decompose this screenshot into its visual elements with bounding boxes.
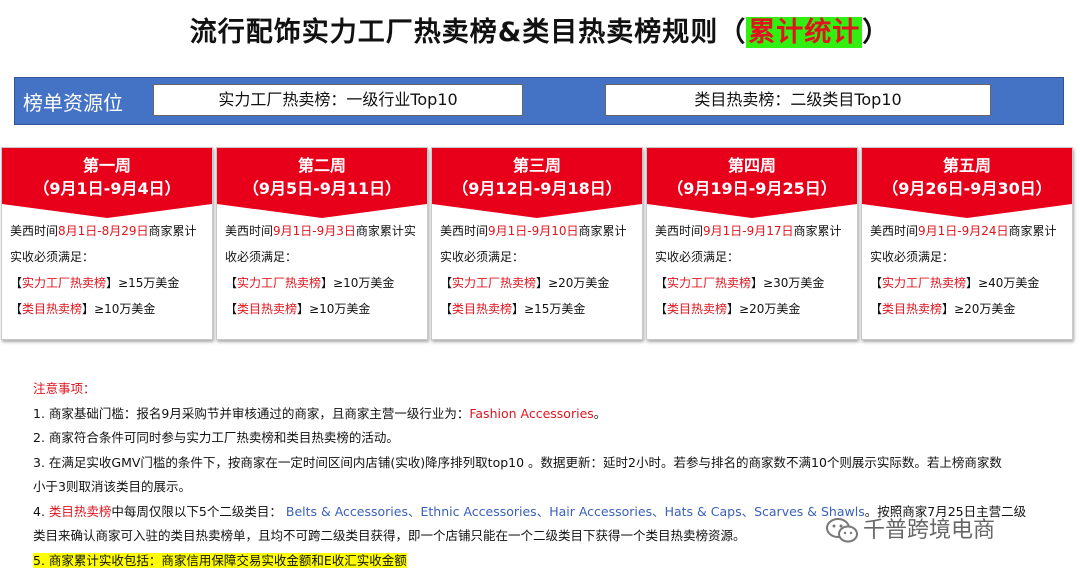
header-arrow (647, 204, 857, 218)
factory-rank-label: 实力工厂热卖榜 (452, 276, 537, 290)
title-highlight: 累计统计 (746, 17, 863, 48)
header-arrow (2, 204, 212, 218)
notes-heading: 注意事项： (33, 381, 96, 396)
time-prefix: 美西时间 (440, 224, 489, 238)
time-prefix: 美西时间 (655, 224, 704, 238)
week-card-body: 美西时间9月1日-9月17日商家累计实收必须满足： 【实力工厂热卖榜】≥30万美… (655, 224, 842, 316)
week-card-4: 第四周 （9月19日-9月25日） 美西时间9月1日-9月17日商家累计实收必须… (646, 147, 858, 340)
week-card-header: 第二周 （9月5日-9月11日） (217, 148, 427, 204)
week-card-header: 第三周 （9月12日-9月18日） (432, 148, 642, 204)
factory-rank-label: 实力工厂热卖榜 (22, 276, 107, 290)
header-arrow (432, 204, 642, 218)
week-title: 第三周 (512, 156, 561, 175)
week-card-1: 第一周 （9月1日-9月4日） 美西时间8月1日-8月29日商家累计实收必须满足… (1, 147, 213, 340)
time-range: 8月1日-8月29日 (58, 224, 149, 238)
category-requirement: ≥15万美金 (524, 302, 586, 316)
note-5-text: 5. 商家累计实收包括：商家信用保障交易实收金额和E收汇实收金额 (33, 552, 407, 568)
week-card-5: 第五周 （9月26日-9月30日） 美西时间9月1日-9月24日商家累计实收必须… (861, 147, 1073, 340)
category-requirement: ≥20万美金 (954, 302, 1016, 316)
week-card-header: 第四周 （9月19日-9月25日） (647, 148, 857, 204)
category-rank-label: 类目热卖榜 (667, 302, 728, 316)
category-rank-label: 类目热卖榜 (237, 302, 298, 316)
note-3-line-2: 小于3则取消该类目的展示。 (33, 479, 191, 494)
page-title: 流行配饰实力工厂热卖榜&类目热卖榜规则（累计统计） (0, 10, 1080, 49)
time-range: 9月1日-9月24日 (918, 224, 1009, 238)
factory-requirement: ≥15万美金 (118, 276, 180, 290)
week-card-body: 美西时间8月1日-8月29日商家累计实收必须满足： 【实力工厂热卖榜】≥15万美… (10, 224, 197, 316)
note-5: 5. 商家累计实收包括：商家信用保障交易实收金额和E收汇实收金额 (33, 549, 1063, 574)
week-dates: （9月1日-9月4日） (33, 179, 181, 198)
category-rank-label: 类目热卖榜 (452, 302, 513, 316)
title-end: ） (862, 17, 891, 48)
wechat-icon (825, 517, 859, 545)
note-2: 2. 商家符合条件可同时参与实力工厂热卖榜和类目热卖榜的活动。 (33, 430, 399, 445)
week-card-header: 第五周 （9月26日-9月30日） (862, 148, 1072, 204)
factory-requirement: ≥30万美金 (763, 276, 825, 290)
note-1-text: 1. 商家基础门槛：报名9月采购节并审核通过的商家，且商家主营一级行业为： (33, 405, 470, 421)
watermark-text: 千普跨境电商 (863, 518, 996, 543)
category-requirement: ≥20万美金 (739, 302, 801, 316)
watermark: 千普跨境电商 (825, 512, 995, 545)
week-card-3: 第三周 （9月12日-9月18日） 美西时间9月1日-9月10日商家累计实收必须… (431, 147, 643, 340)
week-dates: （9月12日-9月18日） (452, 179, 622, 198)
week-card-body: 美西时间9月1日-9月3日商家累计实收必须满足： 【实力工厂热卖榜】≥10万美金… (225, 224, 416, 316)
factory-requirement: ≥40万美金 (978, 276, 1040, 290)
time-prefix: 美西时间 (225, 224, 274, 238)
note-4-rank-name: 类目热卖榜 (48, 503, 112, 519)
category-requirement: ≥10万美金 (94, 302, 156, 316)
week-card-body: 美西时间9月1日-9月24日商家累计实收必须满足： 【实力工厂热卖榜】≥40万美… (870, 224, 1057, 316)
factory-rank-box: 实力工厂热卖榜：一级行业Top10 (153, 84, 523, 116)
time-prefix: 美西时间 (10, 224, 59, 238)
note-4-categories: Belts & Accessories、Ethnic Accessories、H… (285, 503, 865, 519)
note-1-industry: Fashion Accessories (469, 405, 594, 421)
category-requirement: ≥10万美金 (309, 302, 371, 316)
time-prefix: 美西时间 (870, 224, 919, 238)
factory-requirement: ≥10万美金 (333, 276, 395, 290)
week-dates: （9月19日-9月25日） (667, 179, 837, 198)
header-arrow (217, 204, 427, 218)
week-title: 第一周 (82, 156, 131, 175)
category-rank-label: 类目热卖榜 (22, 302, 83, 316)
week-title: 第五周 (942, 156, 991, 175)
note-3-line-1: 3. 在满足实收GMV门槛的条件下，按商家在一定时间区间内店铺(实收)降序排列取… (33, 454, 1002, 470)
resource-bar-label: 榜单资源位 (23, 91, 123, 115)
week-dates: （9月5日-9月11日） (242, 179, 402, 198)
time-range: 9月1日-9月10日 (488, 224, 579, 238)
week-dates: （9月26日-9月30日） (882, 179, 1052, 198)
factory-rank-label: 实力工厂热卖榜 (882, 276, 967, 290)
note-1-end: 。 (593, 405, 607, 421)
note-4-number: 4. (33, 503, 49, 519)
note-4-text: 中每周仅限以下5个二级类目： (111, 503, 282, 519)
week-title: 第四周 (727, 156, 776, 175)
category-rank-label: 类目热卖榜 (882, 302, 943, 316)
factory-rank-label: 实力工厂热卖榜 (237, 276, 322, 290)
resource-bar: 榜单资源位 实力工厂热卖榜：一级行业Top10 类目热卖榜：二级类目Top10 (14, 77, 1064, 125)
category-rank-box: 类目热卖榜：二级类目Top10 (605, 84, 991, 116)
factory-requirement: ≥20万美金 (548, 276, 610, 290)
week-card-header: 第一周 （9月1日-9月4日） (2, 148, 212, 204)
time-range: 9月1日-9月3日 (273, 224, 356, 238)
header-arrow (862, 204, 1072, 218)
title-main: 流行配饰实力工厂热卖榜&类目热卖榜规则（ (189, 17, 747, 48)
week-title: 第二周 (297, 156, 346, 175)
time-range: 9月1日-9月17日 (703, 224, 794, 238)
week-card-body: 美西时间9月1日-9月10日商家累计实收必须满足： 【实力工厂热卖榜】≥20万美… (440, 224, 627, 316)
week-card-2: 第二周 （9月5日-9月11日） 美西时间9月1日-9月3日商家累计实收必须满足… (216, 147, 428, 340)
note-1: 1. 商家基础门槛：报名9月采购节并审核通过的商家，且商家主营一级行业为：Fas… (33, 402, 1063, 427)
factory-rank-label: 实力工厂热卖榜 (667, 276, 752, 290)
